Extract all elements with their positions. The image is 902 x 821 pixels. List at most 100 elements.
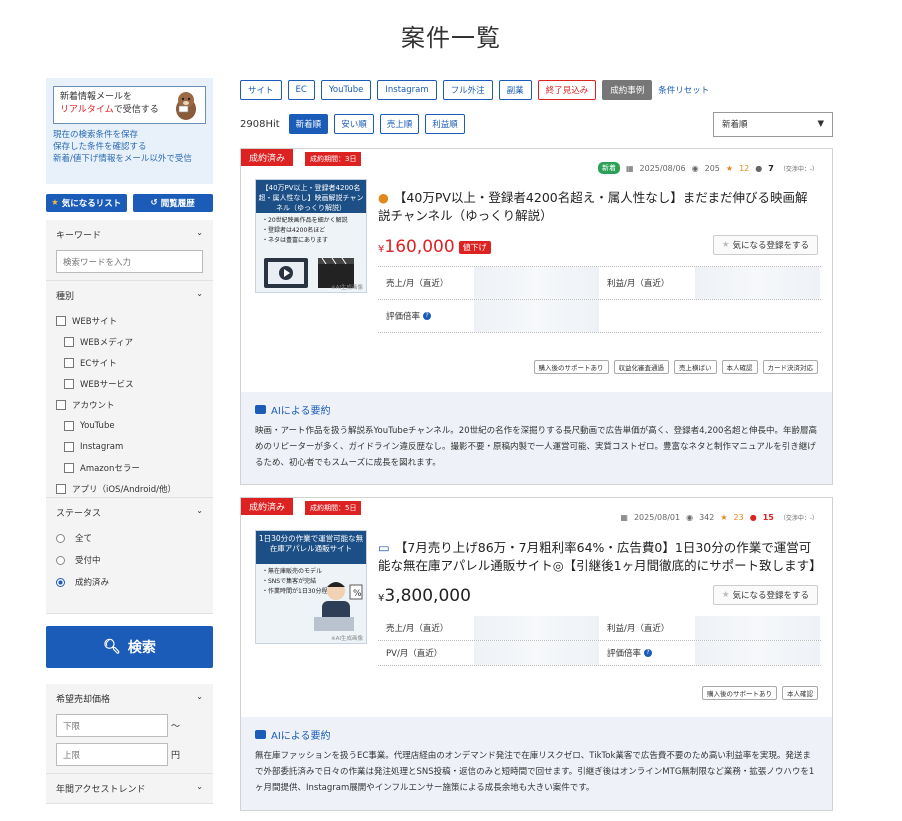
status-header[interactable]: ステータス ⌄ — [56, 506, 203, 519]
sort-select[interactable]: 新着順 ▼ — [713, 111, 833, 137]
thumb-point: ・登録者は4200名ほど — [262, 227, 326, 234]
hit-count: 2908Hit — [240, 118, 280, 130]
keyword-header[interactable]: キーワード ⌄ — [56, 228, 203, 241]
category-header[interactable]: 種別 ⌄ — [56, 289, 203, 302]
ai-summary-text: 無在庫ファッションを扱うEC事業。代理店経由のオンデマンド発注で在庫リスクゼロ、… — [255, 751, 815, 793]
star-icon: ★ — [721, 590, 730, 600]
multiple-label: 評価倍率? — [378, 300, 474, 332]
filter-tag-closed-cases[interactable]: 成約事例 — [602, 80, 653, 100]
price-min-input[interactable] — [56, 714, 168, 737]
filter-tag[interactable]: 副業 — [498, 80, 532, 100]
radio-button[interactable] — [56, 555, 65, 565]
feature-chip: 本人確認 — [782, 686, 818, 700]
history-icon: ↺ — [150, 198, 158, 208]
non-mail-notify-link[interactable]: 新着/値下げ情報をメール以外で受信 — [53, 153, 206, 165]
filter-tag[interactable]: Instagram — [377, 80, 437, 100]
filter-tag-ending[interactable]: 終了見込み — [537, 80, 597, 100]
checkbox[interactable] — [64, 336, 74, 347]
caret-down-icon: ▼ — [817, 119, 824, 129]
category-label: アカウント — [72, 400, 115, 411]
category-option[interactable]: WEBサイト — [56, 310, 203, 331]
listing-thumbnail[interactable]: 1日30分の作業で運営可能な無在庫アパレル通販サイト ・無在庫販売のモデル ・S… — [255, 530, 367, 644]
listing-title[interactable]: ● 【40万PV以上・登録者4200名超え・属人性なし】まだまだ伸びる映画解説チャ… — [378, 189, 818, 225]
category-option[interactable]: Instagram — [56, 436, 203, 457]
filter-tag[interactable]: サイト — [240, 80, 282, 100]
view-count: 342 — [699, 513, 715, 522]
category-option[interactable]: アプリ（iOS/Android/他） — [56, 478, 203, 499]
price-max-input[interactable] — [56, 743, 168, 766]
favorite-register-button[interactable]: ★ 気になる登録をする — [712, 585, 818, 605]
feature-chip: 売上横ばい — [674, 360, 717, 374]
status-option[interactable]: 成約済み — [56, 571, 203, 593]
sort-button[interactable]: 利益順 — [425, 114, 465, 134]
reset-conditions-link[interactable]: 条件リセット — [658, 84, 709, 96]
status-label: 全て — [75, 534, 93, 544]
search-button[interactable]: 🔍︎ 検索 — [46, 626, 213, 668]
help-icon[interactable]: ? — [423, 312, 432, 320]
checkbox[interactable] — [64, 378, 74, 389]
category-option[interactable]: YouTube — [56, 415, 203, 436]
save-search-link[interactable]: 現在の検索条件を保存 — [53, 129, 206, 141]
traffic-header[interactable]: 年間アクセストレンド ⌄ — [56, 782, 203, 795]
help-icon[interactable]: ? — [644, 649, 653, 657]
listing-stats: 売上/月（直近） 利益/月（直近） PV/月（直近） 評価倍率? — [378, 616, 821, 666]
feature-chip: 収益化審査通過 — [613, 360, 669, 374]
star-count: 23 — [733, 513, 744, 522]
monitor-icon: ▭ — [378, 540, 390, 555]
listing-stats: 売上/月（直近） 利益/月（直近） 評価倍率? — [378, 266, 821, 333]
checkbox[interactable] — [64, 462, 74, 473]
price-header[interactable]: 希望売却価格 ⌄ — [56, 692, 203, 705]
revenue-value-hidden — [474, 616, 599, 640]
star-icon: ★ — [51, 198, 59, 208]
otter-mascot-icon — [176, 92, 196, 120]
listing-thumbnail[interactable]: 【40万PV以上・登録者4200名超・属人性なし】映画解説チャンネル（ゆっくり解… — [255, 179, 367, 293]
checkbox[interactable] — [56, 483, 66, 494]
status-option[interactable]: 受付中 — [56, 549, 203, 571]
listing-price: ¥160,000 値下げ — [378, 237, 491, 257]
svg-text:%: % — [353, 589, 362, 599]
ai-image-note: ※AI生成画像 — [331, 636, 363, 642]
ai-summary: AIによる要約 無在庫ファッションを扱うEC事業。代理店経由のオンデマンド発注で… — [241, 717, 832, 810]
checkbox[interactable] — [56, 315, 66, 326]
status-label: 成約済み — [75, 578, 110, 588]
listing-price: ¥3,800,000 — [378, 586, 471, 606]
mail-notification-box: 新着情報メールを リアルタイムで受信する 現在の検索条件を保存 保存した条件を確… — [46, 78, 213, 184]
thumb-headline: 【40万PV以上・登録者4200名超・属人性なし】映画解説チャンネル（ゆっくり解… — [256, 180, 366, 213]
keyword-input[interactable] — [56, 250, 203, 273]
sidebar: 新着情報メールを リアルタイムで受信する 現在の検索条件を保存 保存した条件を確… — [46, 78, 213, 804]
revenue-label: 売上/月（直近） — [378, 616, 474, 640]
thumb-point: ・20世紀映画作品を細かく解説 — [262, 217, 348, 224]
filter-tag[interactable]: YouTube — [320, 80, 372, 100]
radio-button[interactable] — [56, 577, 65, 587]
radio-button[interactable] — [56, 533, 65, 543]
chevron-down-icon: ⌄ — [196, 782, 203, 791]
profit-label: 利益/月（直近） — [599, 267, 695, 299]
profit-value-hidden — [695, 267, 820, 299]
category-option[interactable]: WEBメディア — [56, 331, 203, 352]
mail-subscribe-banner[interactable]: 新着情報メールを リアルタイムで受信する — [53, 86, 206, 124]
category-option[interactable]: アカウント — [56, 394, 203, 415]
favorite-list-button[interactable]: ★ 気になるリスト — [46, 194, 127, 212]
category-option[interactable]: Amazonセラー — [56, 457, 203, 478]
sort-button[interactable]: 安い順 — [334, 114, 374, 134]
person-icon: ● — [378, 190, 389, 205]
checkbox[interactable] — [56, 399, 66, 410]
saved-conditions-link[interactable]: 保存した条件を確認する — [53, 141, 206, 153]
history-button[interactable]: ↺ 閲覧履歴 — [132, 194, 213, 212]
chevron-down-icon: ⌄ — [196, 506, 203, 515]
listing-title[interactable]: ▭ 【7月売り上げ86万・7月粗利率64%・広告費0】1日30分の作業で運営可能な… — [378, 539, 822, 575]
category-option[interactable]: WEBサービス — [56, 373, 203, 394]
category-option[interactable]: ECサイト — [56, 352, 203, 373]
status-option[interactable]: 全て — [56, 527, 203, 549]
checkbox[interactable] — [64, 420, 74, 431]
sort-button[interactable]: 新着順 — [288, 114, 329, 134]
revenue-label: 売上/月（直近） — [378, 267, 474, 299]
checkbox[interactable] — [64, 357, 74, 368]
filter-tag[interactable]: フル外注 — [442, 80, 493, 100]
favorite-register-button[interactable]: ★ 気になる登録をする — [712, 235, 818, 255]
price-tilde: 〜 — [171, 722, 181, 732]
filter-tag[interactable]: EC — [287, 80, 315, 100]
checkbox[interactable] — [64, 441, 74, 452]
sort-button[interactable]: 売上順 — [379, 114, 420, 134]
feature-chip: 購入後のサポートあり — [533, 360, 609, 374]
